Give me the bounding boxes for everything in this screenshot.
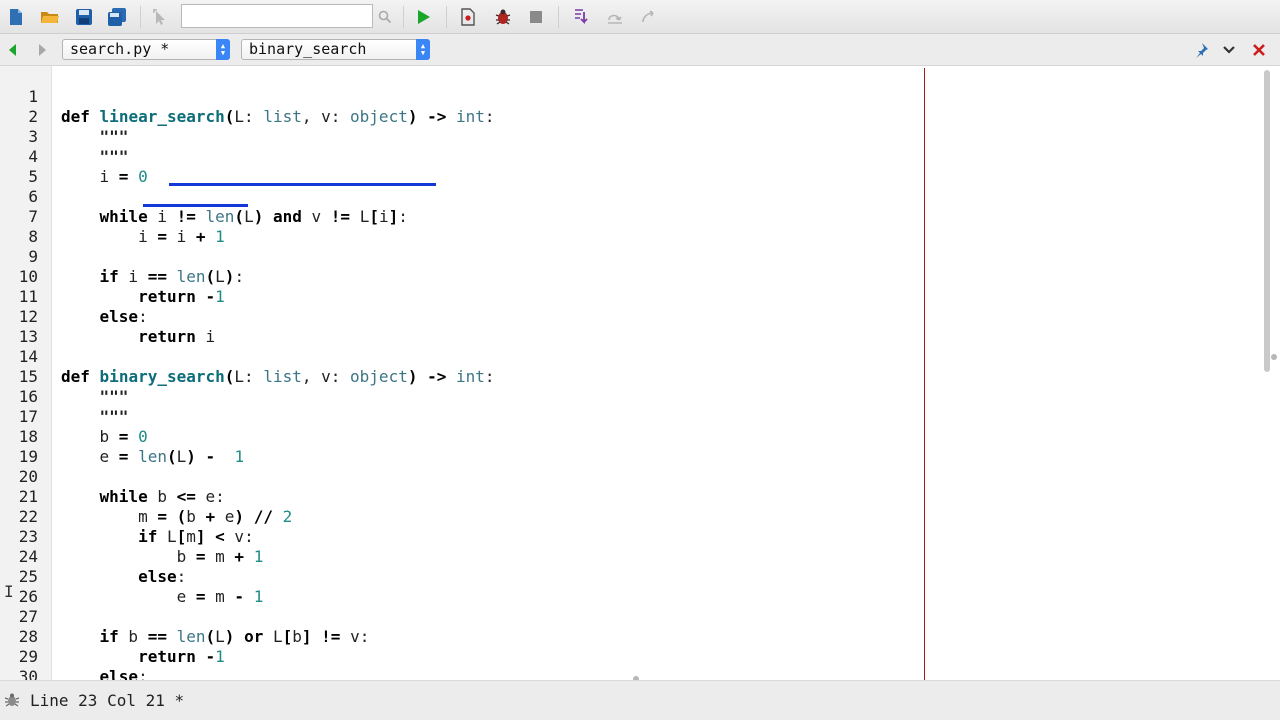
code-line: 29 else: — [0, 627, 1280, 680]
save-all-icon[interactable] — [106, 6, 128, 28]
code-line: 28 return -1 — [0, 607, 1280, 666]
code-line: 16 """ — [0, 367, 1280, 426]
cursor-select-icon[interactable] — [150, 6, 172, 28]
chevron-down-icon[interactable] — [1222, 42, 1238, 58]
code-line: 9 if i == len(L): — [0, 227, 1280, 286]
code-line: 22 if L[m] < v: — [0, 487, 1280, 546]
code-line: 18 e = len(L) - 1 — [0, 407, 1280, 466]
cursor-position-status: Line 23 Col 21 * — [30, 691, 185, 710]
code-line: 30 return b — [0, 647, 1280, 680]
code-line: 17 b = 0 — [0, 387, 1280, 446]
code-line: 1 def linear_search(L: list, v: object) … — [0, 67, 1280, 126]
code-line: 20 while b <= e: — [0, 447, 1280, 506]
code-line: 4 i = 0 — [0, 127, 1280, 186]
code-line: 11 else: — [0, 267, 1280, 326]
squiggle-marker — [143, 204, 248, 207]
chevron-updown-icon: ▲ ▼ — [416, 39, 430, 60]
code-line: 21 m = (b + e) // 2 — [0, 467, 1280, 526]
code-line: 8 — [0, 207, 1280, 246]
code-line: 2 """ — [0, 87, 1280, 146]
mouse-cursor-icon: I — [4, 582, 14, 601]
code-line: 13 — [0, 307, 1280, 346]
code-line: 23 b = m + 1 — [0, 507, 1280, 566]
chevron-updown-icon: ▲ ▼ — [216, 39, 230, 60]
code-line: 19 — [0, 427, 1280, 466]
main-toolbar — [0, 0, 1280, 34]
step-over-icon[interactable] — [604, 6, 626, 28]
code-line: 26 — [0, 567, 1280, 606]
function-selector-value: binary_search — [249, 40, 367, 58]
code-line: 25 e = m - 1 — [0, 547, 1280, 606]
status-bar: Line 23 Col 21 * — [0, 680, 1280, 720]
bug-status-icon[interactable] — [4, 692, 20, 712]
forward-arrow-icon[interactable] — [35, 42, 51, 58]
navigation-bar: search.py * ▲ ▼ binary_search ▲ ▼ — [0, 34, 1280, 66]
open-folder-icon[interactable] — [39, 6, 61, 28]
code-line: 14 def binary_search(L: list, v: object)… — [0, 327, 1280, 386]
splitter-handle[interactable] — [1271, 354, 1277, 360]
code-line: 5 — [0, 147, 1280, 186]
save-icon[interactable] — [73, 6, 95, 28]
code-editor[interactable]: 1 def linear_search(L: list, v: object) … — [0, 66, 1280, 680]
pin-icon[interactable] — [1193, 42, 1209, 58]
search-input[interactable] — [181, 4, 373, 28]
back-arrow-icon[interactable] — [6, 42, 22, 58]
code-line: 10 return -1 — [0, 247, 1280, 306]
file-selector[interactable]: search.py * ▲ ▼ — [62, 39, 230, 60]
bug-icon[interactable] — [492, 6, 514, 28]
function-selector[interactable]: binary_search ▲ ▼ — [241, 39, 430, 60]
search-icon[interactable] — [374, 6, 396, 28]
run-icon[interactable] — [413, 6, 435, 28]
code-line: 24 else: — [0, 527, 1280, 586]
step-out-icon[interactable] — [637, 6, 659, 28]
file-selector-value: search.py * — [70, 40, 170, 58]
new-file-icon[interactable] — [5, 6, 27, 28]
code-line: 15 """ — [0, 347, 1280, 406]
stop-icon[interactable] — [525, 6, 547, 28]
code-line: 12 return i — [0, 287, 1280, 346]
code-line: 3 """ — [0, 107, 1280, 166]
debug-file-icon[interactable] — [457, 6, 479, 28]
close-icon[interactable] — [1252, 42, 1268, 58]
squiggle-marker — [169, 183, 436, 186]
code-line: 27 if b == len(L) or L[b] != v: — [0, 587, 1280, 646]
code-line: 31 — [0, 667, 1280, 680]
step-into-icon[interactable] — [570, 6, 592, 28]
vertical-scrollbar[interactable] — [1264, 70, 1270, 372]
